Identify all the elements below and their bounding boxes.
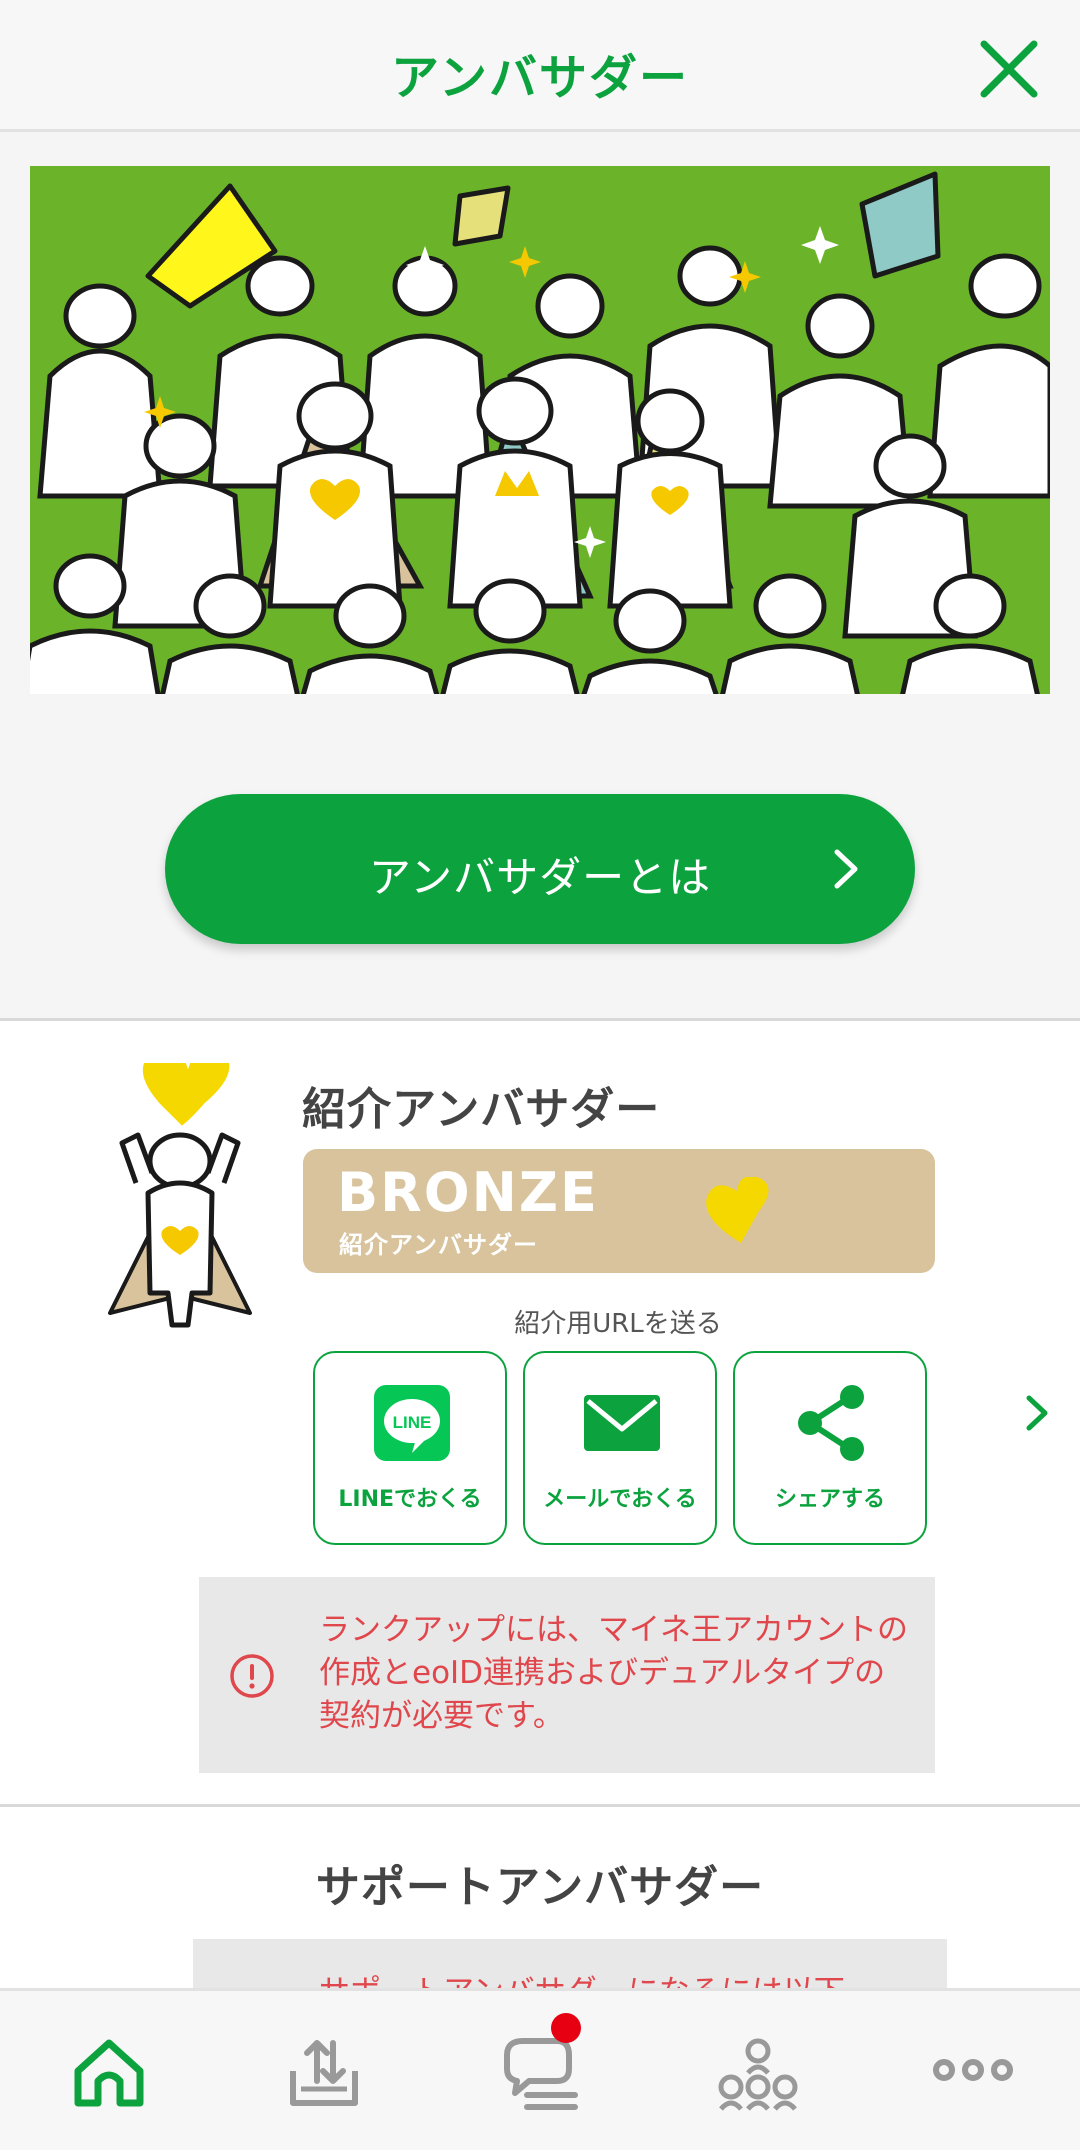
share-line-label: LINEでおくる <box>338 1487 482 1512</box>
referral-section-title: 紹介アンバサダー <box>302 1084 661 1135</box>
rank-up-notice-text: ランクアップには、マイネ王アカウントの作成とeoID連携およびデュアルタイプの契… <box>319 1612 908 1734</box>
more-icon[interactable] <box>928 2025 1018 2115</box>
community-icon[interactable] <box>713 2025 803 2115</box>
share-mail-button[interactable]: メールでおくる <box>523 1351 717 1545</box>
heart-icon <box>706 1177 769 1243</box>
line-icon-text: LINE <box>393 1413 432 1432</box>
share-line-button[interactable]: LINE LINEでおくる <box>313 1351 507 1545</box>
line-icon: LINE <box>374 1385 450 1461</box>
share-other-label: シェアする <box>774 1487 885 1512</box>
about-ambassador-button[interactable]: アンバサダーとは <box>165 794 915 944</box>
about-ambassador-label: アンバサダーとは <box>368 853 712 902</box>
alert-icon <box>230 1654 274 1698</box>
mail-icon <box>584 1395 660 1451</box>
rank-subtitle: 紹介アンバサダー <box>339 1231 539 1259</box>
page-title: アンバサダー <box>390 50 690 106</box>
rank-up-notice: ランクアップには、マイネ王アカウントの作成とeoID連携およびデュアルタイプの契… <box>199 1577 935 1773</box>
share-mail-label: メールでおくる <box>543 1487 697 1512</box>
home-icon[interactable] <box>64 2025 154 2115</box>
ambassador-character-icon <box>108 1063 252 1328</box>
referral-ambassador-section: 紹介アンバサダー BRONZE 紹介アンバサダー 紹介用URLを送る LINE … <box>0 1018 1080 1804</box>
notification-badge <box>551 2013 581 2043</box>
share-icon <box>798 1385 864 1461</box>
close-icon[interactable] <box>974 34 1044 104</box>
chevron-right-icon <box>834 849 858 889</box>
upload-icon[interactable] <box>279 2025 369 2115</box>
hero-banner-illustration <box>30 166 1050 694</box>
share-url-caption: 紹介用URLを送る <box>514 1309 722 1339</box>
share-other-button[interactable]: シェアする <box>733 1351 927 1545</box>
chevron-right-icon[interactable] <box>1024 1393 1050 1433</box>
bottom-navigation <box>0 1988 1080 2150</box>
top-bar: アンバサダー <box>0 0 1080 132</box>
support-section-title: サポートアンバサダー <box>315 1862 765 1913</box>
rank-name: BRONZE <box>337 1161 599 1224</box>
rank-badge: BRONZE 紹介アンバサダー <box>303 1149 935 1273</box>
